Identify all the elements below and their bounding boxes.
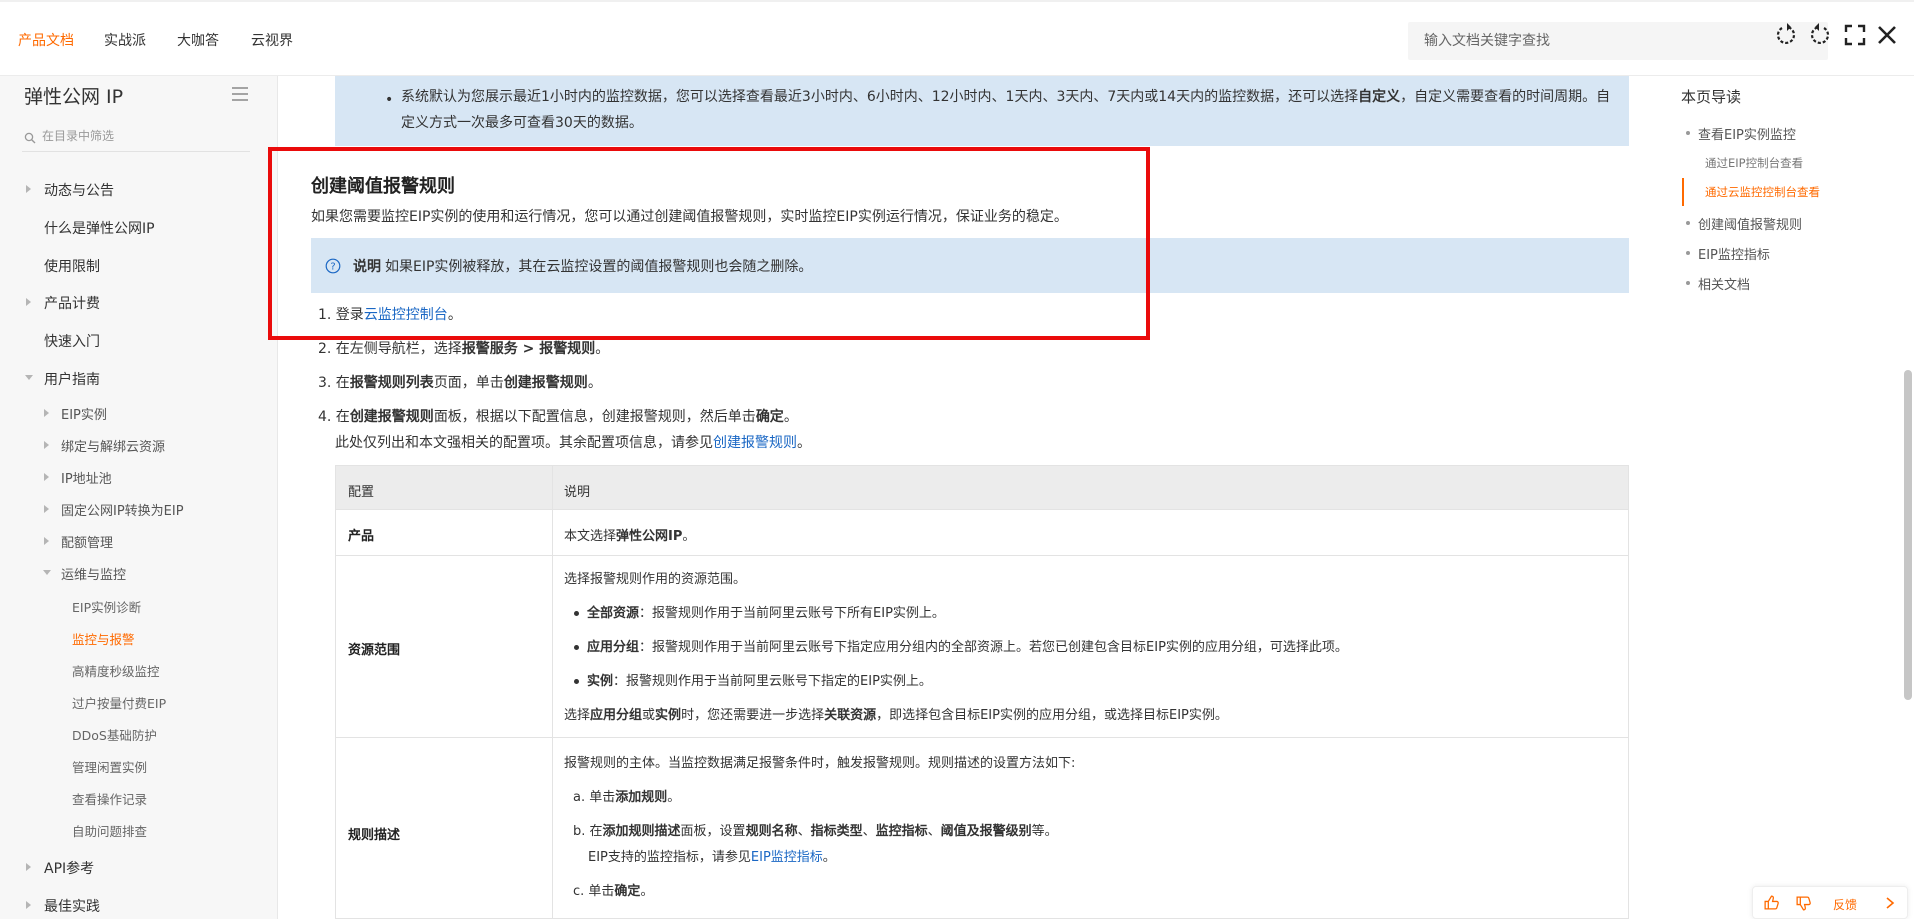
cell-scope-lead: 选择报警规则作用的资源范围。 bbox=[564, 572, 747, 587]
cell-scope-label: 资源范围 bbox=[348, 643, 401, 658]
sidebar-filter-input[interactable] bbox=[42, 126, 242, 146]
step-2: 2. 在左侧导航栏，选择报警服务 > 报警规则。 bbox=[318, 341, 610, 357]
toc-title: 本页导读 bbox=[1681, 88, 1742, 106]
chevron-right-icon[interactable] bbox=[1885, 895, 1895, 914]
sidebar-item-news[interactable]: 动态与公告 bbox=[44, 180, 114, 200]
table-header-desc: 说明 bbox=[564, 485, 591, 500]
nav-practice[interactable]: 实战派 bbox=[104, 30, 146, 50]
toc-bullet bbox=[1686, 281, 1690, 285]
sidebar-item-quota[interactable]: 配额管理 bbox=[61, 532, 113, 551]
eip-metrics-link[interactable]: EIP监控指标 bbox=[751, 850, 823, 865]
toc-item-cms-console[interactable]: 通过云监控控制台查看 bbox=[1705, 184, 1820, 200]
nav-cloud-vision[interactable]: 云视界 bbox=[251, 30, 293, 50]
toc-item-related[interactable]: 相关文档 bbox=[1698, 274, 1750, 293]
cell-product-label: 产品 bbox=[348, 529, 375, 544]
sidebar-title: 弹性公网 IP bbox=[24, 86, 124, 108]
expand-arrow-icon[interactable] bbox=[44, 441, 49, 449]
sidebar-item-eip-instance[interactable]: EIP实例 bbox=[61, 404, 107, 423]
sidebar-item-what-is-eip[interactable]: 什么是弹性公网IP bbox=[44, 218, 155, 238]
cell-rule-label: 规则描述 bbox=[348, 828, 401, 843]
close-icon[interactable] bbox=[1874, 22, 1900, 48]
table-row: 规则描述 报警规则的主体。当监控数据满足报警条件时，触发报警规则。规则描述的设置… bbox=[335, 738, 1629, 919]
feedback-widget: 反馈 bbox=[1752, 886, 1908, 919]
doc-search-input[interactable] bbox=[1408, 22, 1828, 60]
toc-item-view-monitor[interactable]: 查看EIP实例监控 bbox=[1698, 124, 1796, 143]
expand-arrow-icon[interactable] bbox=[44, 537, 49, 545]
cell-scope-group: 应用分组：报警规则作用于当前阿里云账号下指定应用分组内的全部资源上。若您已创建包… bbox=[574, 636, 1348, 655]
toc-bullet bbox=[1686, 221, 1690, 225]
rotate-left-icon[interactable] bbox=[1774, 22, 1800, 48]
toc-bullet bbox=[1686, 251, 1690, 255]
expand-arrow-icon[interactable] bbox=[26, 185, 31, 193]
toc-item-metrics[interactable]: EIP监控指标 bbox=[1698, 244, 1770, 263]
search-icon bbox=[24, 129, 36, 144]
sidebar-item-monitor-alarm[interactable]: 监控与报警 bbox=[72, 629, 135, 648]
doc-search-box bbox=[1408, 22, 1828, 60]
cell-scope-tail: 选择应用分组或实例时，您还需要进一步选择关联资源，即选择包含目标EIP实例的应用… bbox=[564, 708, 1228, 723]
info-block-top: • 系统默认为您展示最近1小时内的监控数据，您可以选择查看最近3小时内、6小时内… bbox=[335, 76, 1629, 146]
toc-active-bar bbox=[1682, 178, 1684, 206]
sidebar-item-quickstart[interactable]: 快速入门 bbox=[44, 331, 100, 351]
sidebar-item-records[interactable]: 查看操作记录 bbox=[72, 789, 147, 808]
cell-rule-lead: 报警规则的主体。当监控数据满足报警条件时，触发报警规则。规则描述的设置方法如下: bbox=[564, 756, 1076, 771]
bullet-dot: • bbox=[385, 92, 394, 108]
cell-rule-b-sub: EIP支持的监控指标，请参见EIP监控指标。 bbox=[588, 850, 836, 865]
expand-arrow-icon[interactable] bbox=[26, 863, 31, 871]
table-header-config: 配置 bbox=[348, 485, 375, 500]
thumbs-down-icon[interactable] bbox=[1795, 895, 1812, 916]
sidebar-item-best-practice[interactable]: 最佳实践 bbox=[44, 896, 100, 916]
expand-arrow-icon[interactable] bbox=[44, 505, 49, 513]
top-nav: 产品文档 实战派 大咖答 云视界 bbox=[0, 0, 1914, 76]
rotate-right-icon[interactable] bbox=[1806, 22, 1832, 48]
nav-product-docs[interactable]: 产品文档 bbox=[18, 30, 74, 50]
sidebar-item-ip-pool[interactable]: IP地址池 bbox=[61, 468, 112, 487]
table-header: 配置 说明 bbox=[335, 465, 1629, 510]
sidebar-item-ddos[interactable]: DDoS基础防护 bbox=[72, 725, 157, 744]
toc-item-create-rule[interactable]: 创建阈值报警规则 bbox=[1698, 214, 1802, 233]
expand-arrow-icon[interactable] bbox=[44, 409, 49, 417]
sidebar-filter bbox=[22, 126, 250, 152]
cell-rule-a: a. 单击添加规则。 bbox=[573, 790, 681, 805]
expand-arrow-icon[interactable] bbox=[26, 901, 31, 909]
step-4-note: 此处仅列出和本文强相关的配置项。其余配置项信息，请参见创建报警规则。 bbox=[335, 435, 811, 451]
highlight-box bbox=[268, 147, 1150, 340]
config-table: 配置 说明 产品 本文选择弹性公网IP。 资源范围 选择报警规则作用的资源范围。… bbox=[335, 465, 1629, 919]
app-window: 产品文档 实战派 大咖答 云视界 弹性公网 IP 动态与公告 什么是弹性公网IP… bbox=[0, 0, 1914, 919]
sidebar-item-api[interactable]: API参考 bbox=[44, 858, 94, 878]
table-row: 资源范围 选择报警规则作用的资源范围。 全部资源：报警规则作用于当前阿里云账号下… bbox=[335, 556, 1629, 738]
cell-product-desc: 本文选择弹性公网IP。 bbox=[564, 529, 696, 544]
menu-icon[interactable] bbox=[231, 86, 249, 102]
thumbs-up-icon[interactable] bbox=[1763, 894, 1780, 915]
fullscreen-icon[interactable] bbox=[1842, 22, 1868, 48]
nav-expert-answers[interactable]: 大咖答 bbox=[177, 30, 219, 50]
sidebar-item-idle[interactable]: 管理闲置实例 bbox=[72, 757, 147, 776]
step-4: 4. 在创建报警规则面板，根据以下配置信息，创建报警规则，然后单击确定。 bbox=[318, 409, 798, 425]
scrollbar-thumb[interactable] bbox=[1904, 370, 1912, 700]
table-row: 产品 本文选择弹性公网IP。 bbox=[335, 510, 1629, 556]
toc-item-eip-console[interactable]: 通过EIP控制台查看 bbox=[1705, 155, 1803, 171]
sidebar-item-bind-unbind[interactable]: 绑定与解绑云资源 bbox=[61, 436, 165, 455]
cell-rule-c: c. 单击确定。 bbox=[573, 884, 654, 899]
collapse-arrow-icon[interactable] bbox=[43, 570, 51, 575]
feedback-label[interactable]: 反馈 bbox=[1833, 896, 1857, 913]
sidebar-item-user-guide[interactable]: 用户指南 bbox=[44, 369, 100, 389]
expand-arrow-icon[interactable] bbox=[26, 298, 31, 306]
sidebar-item-high-precision[interactable]: 高精度秒级监控 bbox=[72, 661, 160, 680]
sidebar-item-billing[interactable]: 产品计费 bbox=[44, 293, 100, 313]
info-text: 系统默认为您展示最近1小时内的监控数据，您可以选择查看最近3小时内、6小时内、1… bbox=[401, 89, 1611, 131]
sidebar-item-diagnosis[interactable]: EIP实例诊断 bbox=[72, 597, 141, 616]
step-3: 3. 在报警规则列表页面，单击创建报警规则。 bbox=[318, 375, 602, 391]
create-rule-link[interactable]: 创建报警规则 bbox=[713, 435, 797, 451]
sidebar-item-troubleshoot[interactable]: 自助问题排查 bbox=[72, 821, 147, 840]
cell-rule-b: b. 在添加规则描述面板，设置规则名称、指标类型、监控指标、阈值及报警级别等。 bbox=[573, 824, 1058, 839]
sidebar-item-transfer[interactable]: 过户按量付费EIP bbox=[72, 693, 166, 712]
cell-scope-instance: 实例：报警规则作用于当前阿里云账号下指定的EIP实例上。 bbox=[574, 670, 932, 689]
sidebar-item-limits[interactable]: 使用限制 bbox=[44, 256, 100, 276]
sidebar-item-ops-monitor[interactable]: 运维与监控 bbox=[61, 564, 126, 583]
toc-bullet bbox=[1686, 131, 1690, 135]
collapse-arrow-icon[interactable] bbox=[25, 375, 33, 380]
expand-arrow-icon[interactable] bbox=[44, 473, 49, 481]
cell-scope-all: 全部资源：报警规则作用于当前阿里云账号下所有EIP实例上。 bbox=[574, 602, 945, 621]
sidebar-item-convert-ip[interactable]: 固定公网IP转换为EIP bbox=[61, 500, 184, 519]
